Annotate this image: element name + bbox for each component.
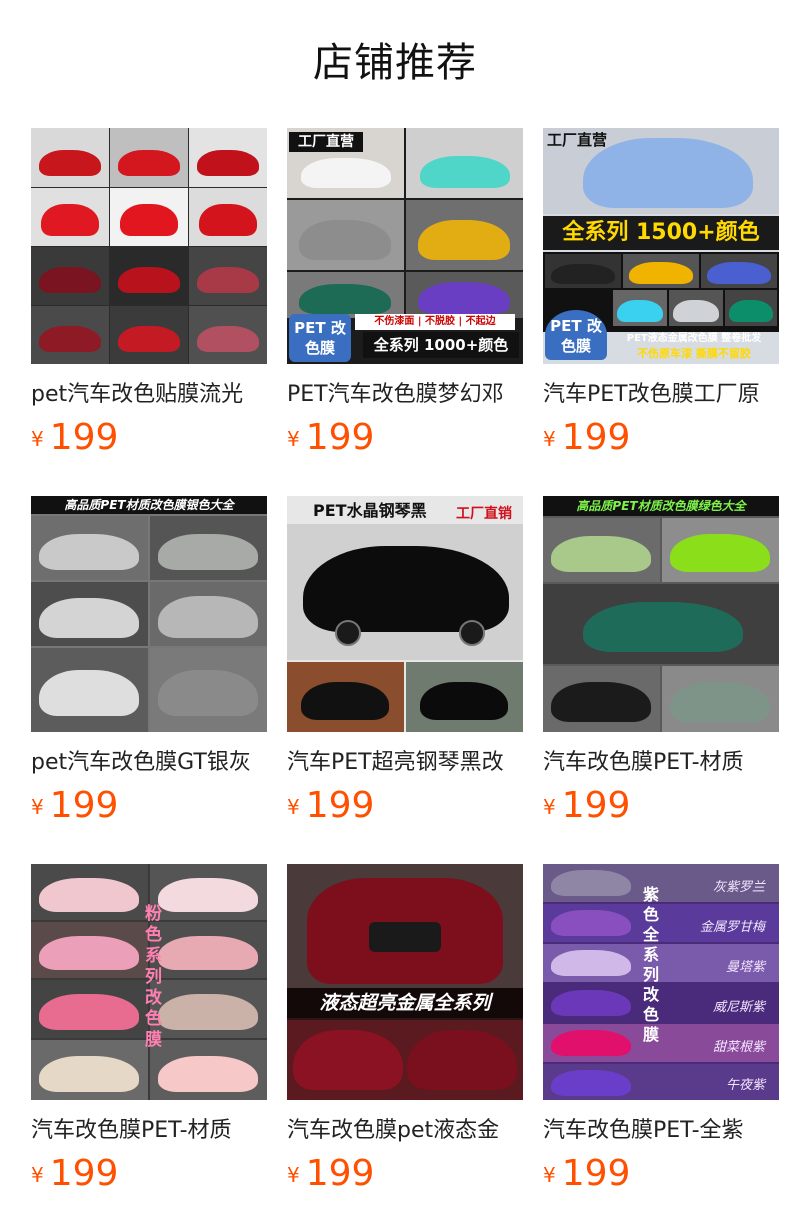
- product-image[interactable]: 紫色全系列改色膜 灰紫罗兰 金属罗甘梅 曼塔紫 威尼斯紫 甜菜根紫 午夜紫: [543, 864, 779, 1100]
- product-price: ¥199: [31, 418, 118, 458]
- price-amount: 199: [49, 417, 119, 458]
- product-price: ¥199: [543, 1154, 630, 1194]
- image-banner-top: 高品质PET材质改色膜银色大全: [31, 496, 267, 514]
- price-amount: 199: [49, 785, 119, 826]
- product-name[interactable]: 汽车PET改色膜工厂原: [543, 380, 779, 410]
- product-price: ¥199: [287, 1154, 374, 1194]
- image-banner-top: 工厂直营: [289, 132, 363, 152]
- image-subline: PET液态金属改色膜 整卷批发: [626, 333, 762, 344]
- currency-symbol: ¥: [287, 795, 300, 819]
- product-name[interactable]: 汽车改色膜pet液态金: [287, 1116, 523, 1146]
- product-card[interactable]: PET水晶钢琴黑 工厂直销 汽车PET超亮钢琴黑改 ¥199: [287, 496, 523, 836]
- image-label: 金属罗甘梅: [699, 920, 765, 935]
- product-price: ¥199: [287, 786, 374, 826]
- currency-symbol: ¥: [31, 1163, 44, 1187]
- product-card[interactable]: 工厂直营 全系列 1500+颜色 PET 改色膜 PET液态金属改色膜 整卷批发…: [543, 128, 779, 468]
- product-image[interactable]: 液态超亮金属全系列: [287, 864, 523, 1100]
- product-name[interactable]: 汽车改色膜PET-材质: [31, 1116, 267, 1146]
- price-amount: 199: [561, 785, 631, 826]
- product-price: ¥199: [543, 418, 630, 458]
- image-tag: PET 改色膜: [545, 310, 607, 360]
- image-label: 甜菜根紫: [712, 1040, 765, 1055]
- currency-symbol: ¥: [31, 427, 44, 451]
- currency-symbol: ¥: [543, 795, 556, 819]
- image-banner-mid: 全系列 1500+颜色: [543, 216, 779, 250]
- product-price: ¥199: [31, 1154, 118, 1194]
- product-name[interactable]: 汽车改色膜PET-全紫: [543, 1116, 779, 1146]
- product-image[interactable]: PET水晶钢琴黑 工厂直销: [287, 496, 523, 732]
- product-card[interactable]: 工厂直营 PET 改色膜 不伤漆面 | 不脱胶 | 不起边 全系列 1000+颜…: [287, 128, 523, 468]
- image-banner-mid: 工厂直销: [456, 506, 512, 522]
- image-banner-top: PET水晶钢琴黑: [313, 501, 427, 520]
- image-banner-mid: 全系列 1000+颜色: [363, 332, 519, 358]
- product-card[interactable]: 紫色全系列改色膜 灰紫罗兰 金属罗甘梅 曼塔紫 威尼斯紫 甜菜根紫 午夜紫 汽车…: [543, 864, 779, 1204]
- page-title: 店铺推荐: [313, 40, 477, 86]
- price-amount: 199: [305, 785, 375, 826]
- product-name[interactable]: pet汽车改色膜GT银灰: [31, 748, 267, 778]
- product-image[interactable]: 粉色系列改色膜: [31, 864, 267, 1100]
- image-subline: 不伤漆面 | 不脱胶 | 不起边: [355, 314, 515, 330]
- price-amount: 199: [305, 1153, 375, 1194]
- price-amount: 199: [561, 417, 631, 458]
- currency-symbol: ¥: [543, 1163, 556, 1187]
- product-image[interactable]: 工厂直营 全系列 1500+颜色 PET 改色膜 PET液态金属改色膜 整卷批发…: [543, 128, 779, 364]
- product-card[interactable]: 粉色系列改色膜 汽车改色膜PET-材质 ¥199: [31, 864, 267, 1204]
- image-banner-top: 工厂直营: [547, 131, 608, 149]
- currency-symbol: ¥: [287, 1163, 300, 1187]
- price-amount: 199: [305, 417, 375, 458]
- image-label: 午夜紫: [725, 1078, 765, 1093]
- product-card[interactable]: pet汽车改色贴膜流光 ¥199: [31, 128, 267, 468]
- image-label: 曼塔紫: [725, 960, 765, 975]
- image-banner-top: 高品质PET材质改色膜绿色大全: [543, 496, 779, 516]
- currency-symbol: ¥: [287, 427, 300, 451]
- product-image[interactable]: 高品质PET材质改色膜银色大全: [31, 496, 267, 732]
- image-label: 灰紫罗兰: [712, 880, 765, 895]
- price-amount: 199: [561, 1153, 631, 1194]
- image-tag: 粉色系列改色膜: [141, 904, 161, 1051]
- product-card[interactable]: 液态超亮金属全系列 汽车改色膜pet液态金 ¥199: [287, 864, 523, 1204]
- currency-symbol: ¥: [31, 795, 44, 819]
- product-image[interactable]: [31, 128, 267, 364]
- product-price: ¥199: [543, 786, 630, 826]
- product-name[interactable]: PET汽车改色膜梦幻邓: [287, 380, 523, 410]
- product-image[interactable]: 工厂直营 PET 改色膜 不伤漆面 | 不脱胶 | 不起边 全系列 1000+颜…: [287, 128, 523, 364]
- price-amount: 199: [49, 1153, 119, 1194]
- image-label: 威尼斯紫: [712, 1000, 765, 1015]
- product-price: ¥199: [287, 418, 374, 458]
- product-name[interactable]: 汽车改色膜PET-材质: [543, 748, 779, 778]
- product-card[interactable]: 高品质PET材质改色膜绿色大全 汽车改色膜PET-材质 ¥199: [543, 496, 779, 836]
- currency-symbol: ¥: [543, 427, 556, 451]
- product-card[interactable]: 高品质PET材质改色膜银色大全 pet汽车改色膜GT银灰 ¥199: [31, 496, 267, 836]
- product-name[interactable]: pet汽车改色贴膜流光: [31, 380, 267, 410]
- product-name[interactable]: 汽车PET超亮钢琴黑改: [287, 748, 523, 778]
- image-banner-mid: 液态超亮金属全系列: [287, 988, 523, 1018]
- product-price: ¥199: [31, 786, 118, 826]
- image-subline: 不伤原车漆 撕膜不留胶: [637, 347, 751, 360]
- product-image[interactable]: 高品质PET材质改色膜绿色大全: [543, 496, 779, 732]
- image-tag: PET 改色膜: [289, 314, 351, 362]
